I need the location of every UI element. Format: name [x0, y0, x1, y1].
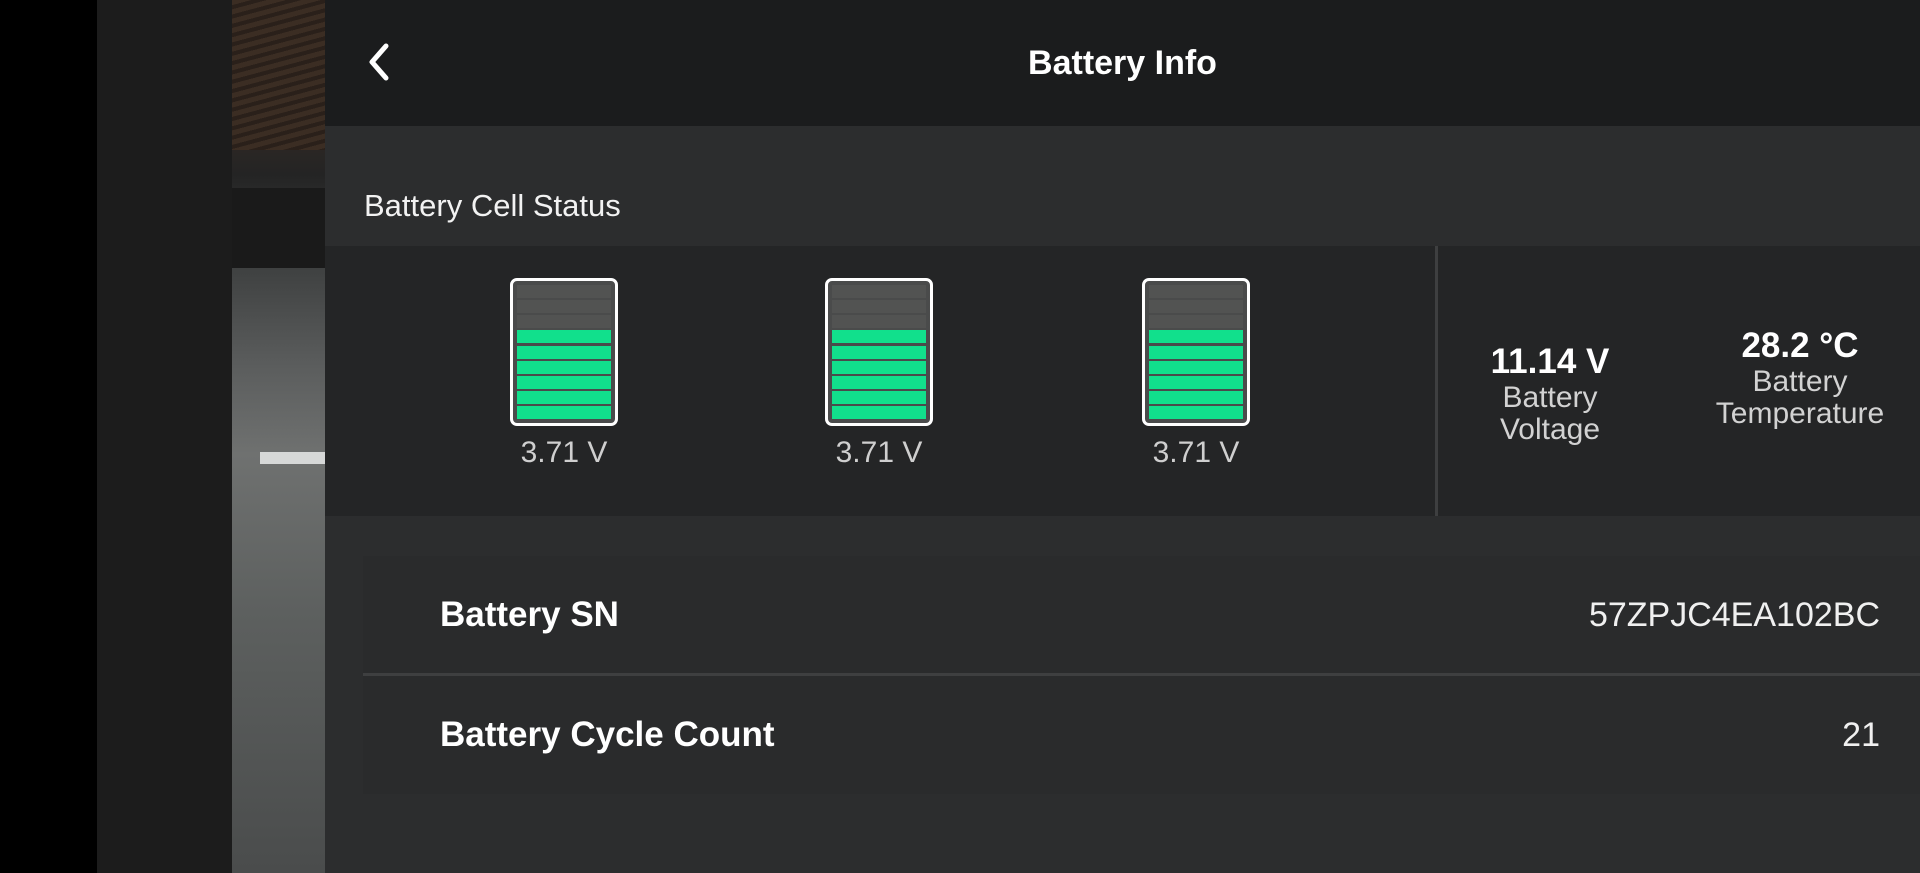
voltage-metric: 11.14 V Battery Voltage	[1450, 342, 1650, 446]
app-screen: Battery Info Battery Cell Status 3.71 V …	[0, 0, 1920, 873]
battery-cell-1: 3.71 V	[494, 278, 634, 470]
cell-voltage: 3.71 V	[835, 436, 923, 469]
battery-cell-icon	[1142, 278, 1250, 426]
camera-feed-strip	[232, 0, 325, 873]
cell-segment-charged	[832, 375, 926, 389]
cell-segment-charged	[1149, 360, 1243, 374]
cell-segment-charged	[832, 390, 926, 404]
cell-segment-charged	[517, 406, 611, 419]
cell-segment-empty	[517, 315, 611, 329]
cell-segment-empty	[832, 285, 926, 298]
cell-segment-charged	[517, 360, 611, 374]
cell-segment-empty	[1149, 315, 1243, 329]
battery-temperature-label-2: Temperature	[1715, 397, 1885, 430]
battery-cycle-count-value: 21	[1842, 715, 1880, 754]
back-button[interactable]	[357, 40, 401, 84]
temperature-metric: 28.2 °C Battery Temperature	[1700, 326, 1900, 430]
header-bar: Battery Info	[325, 0, 1920, 126]
cell-segment-charged	[832, 360, 926, 374]
cell-segment-charged	[1149, 375, 1243, 389]
cell-segment-empty	[832, 315, 926, 329]
battery-cell-icon	[510, 278, 618, 426]
cell-voltage: 3.71 V	[520, 436, 608, 469]
cell-status-area: 3.71 V 3.71 V 3.71 V	[325, 246, 1435, 516]
battery-temperature-value: 28.2 °C	[1741, 326, 1859, 365]
cell-status-label: Battery Cell Status	[364, 188, 621, 223]
battery-sn-label: Battery SN	[440, 595, 619, 634]
battery-temperature-label-1: Battery	[1752, 365, 1848, 398]
cell-segment-charged	[517, 330, 611, 344]
battery-info-panel: Battery Info Battery Cell Status 3.71 V …	[325, 0, 1920, 873]
chevron-left-icon	[369, 43, 389, 81]
cell-segment-charged	[1149, 390, 1243, 404]
left-bezel	[0, 0, 97, 873]
battery-cell-2: 3.71 V	[809, 278, 949, 470]
battery-cell-3: 3.71 V	[1126, 278, 1266, 470]
side-bar-background	[97, 0, 232, 873]
battery-voltage-value: 11.14 V	[1490, 342, 1610, 381]
cell-segment-empty	[832, 300, 926, 314]
cell-segment-empty	[517, 300, 611, 314]
battery-cycle-count-row: Battery Cycle Count 21	[363, 676, 1920, 794]
battery-metrics: 11.14 V Battery Voltage 28.2 °C Battery …	[1438, 246, 1920, 516]
cell-segment-charged	[832, 345, 926, 359]
page-title: Battery Info	[1028, 43, 1217, 82]
battery-cycle-count-label: Battery Cycle Count	[440, 715, 775, 754]
cell-segment-charged	[517, 375, 611, 389]
cell-segment-empty	[1149, 300, 1243, 314]
cell-segment-charged	[832, 406, 926, 419]
battery-voltage-label: Battery Voltage	[1499, 381, 1601, 446]
battery-sn-row: Battery SN 57ZPJC4EA102BC	[363, 556, 1920, 674]
cell-voltage: 3.71 V	[1152, 436, 1240, 469]
cell-segment-empty	[1149, 285, 1243, 298]
cell-segment-charged	[832, 330, 926, 344]
battery-sn-value: 57ZPJC4EA102BC	[1588, 595, 1880, 634]
cell-segment-charged	[1149, 330, 1243, 344]
cell-segment-charged	[1149, 345, 1243, 359]
cell-segment-charged	[517, 390, 611, 404]
cell-segment-charged	[1149, 406, 1243, 419]
battery-cell-icon	[825, 278, 933, 426]
cell-segment-empty	[517, 285, 611, 298]
cell-segment-charged	[517, 345, 611, 359]
